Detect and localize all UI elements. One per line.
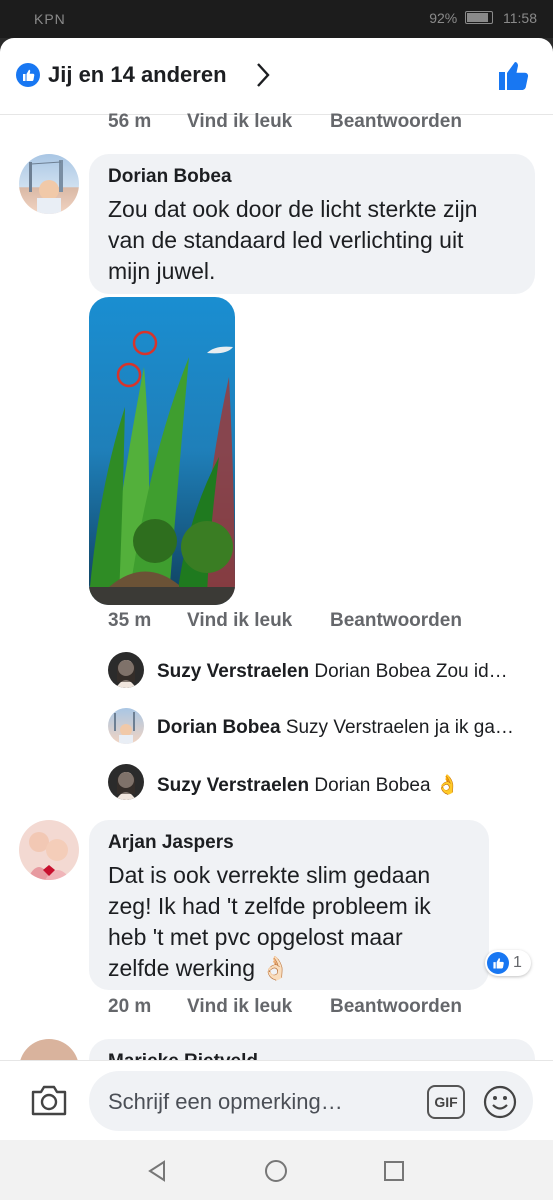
reply-text: Dorian Bobea Suzy Verstraelen ja ik ga… <box>157 717 514 739</box>
reply-author[interactable]: Suzy Verstraelen <box>157 661 309 682</box>
comment-line: heb 't met pvc opgelost maar <box>108 924 403 950</box>
comment-time: 35 m <box>108 610 152 631</box>
comment-line: Zou dat ook door de licht sterkte zijn <box>108 196 478 222</box>
back-icon[interactable] <box>146 1159 170 1183</box>
system-nav-bar <box>0 1140 553 1200</box>
carrier-label: KPN <box>34 11 66 27</box>
like-reaction-icon <box>487 952 509 974</box>
reaction-number: 1 <box>513 954 522 971</box>
home-icon[interactable] <box>264 1159 288 1183</box>
avatar[interactable] <box>108 764 144 800</box>
comment-author[interactable]: Marieke Rietveld <box>108 1051 258 1060</box>
reply-author[interactable]: Suzy Verstraelen <box>157 775 309 796</box>
battery-percent: 92% <box>429 10 458 26</box>
reply-preview[interactable]: Suzy Verstraelen Dorian Bobea Zou id… <box>108 652 528 690</box>
reply-preview[interactable]: Dorian Bobea Suzy Verstraelen ja ik ga… <box>108 708 528 746</box>
comment-time: 56 m <box>108 111 152 132</box>
reply-snippet: Dorian Bobea 👌 <box>314 775 460 796</box>
reply-snippet: Suzy Verstraelen ja ik ga… <box>285 717 514 738</box>
comment-author[interactable]: Dorian Bobea <box>108 166 232 188</box>
emoji-icon[interactable] <box>483 1085 517 1119</box>
likes-summary[interactable]: Jij en 14 anderen <box>48 62 227 88</box>
comment-line: mijn juwel. <box>108 258 216 284</box>
battery-icon <box>465 11 494 24</box>
comments-header: Jij en 14 anderen <box>0 38 553 115</box>
status-bar: KPN 92% 11:58 <box>0 0 553 38</box>
camera-icon[interactable] <box>30 1083 68 1117</box>
avatar[interactable] <box>108 652 144 688</box>
clock: 11:58 <box>503 10 537 26</box>
comment-input-placeholder: Schrijf een opmerking… <box>108 1089 343 1114</box>
reply-preview[interactable]: Suzy Verstraelen Dorian Bobea 👌 <box>108 764 528 802</box>
comment-bubble: Marieke Rietveld <box>89 1039 535 1060</box>
comment-text: Zou dat ook door de licht sterkte zijn v… <box>108 194 477 287</box>
comment-line: van de standaard led verlichting uit <box>108 227 464 253</box>
avatar[interactable] <box>19 154 79 214</box>
comments-sheet: Jij en 14 anderen 56 m Vind ik leuk Bean… <box>0 38 553 1060</box>
comment-author[interactable]: Arjan Jaspers <box>108 832 234 854</box>
comment-line: zelfde werking 👌🏻 <box>108 955 291 981</box>
like-comment-button[interactable]: Vind ik leuk <box>187 111 292 133</box>
avatar[interactable] <box>19 1039 79 1060</box>
like-comment-button[interactable]: Vind ik leuk <box>187 996 292 1018</box>
like-comment-button[interactable]: Vind ik leuk <box>187 610 292 632</box>
chevron-right-icon[interactable] <box>255 60 271 90</box>
comment-bubble: Arjan Jaspers Dat is ook verrekte slim g… <box>89 820 489 990</box>
avatar[interactable] <box>19 820 79 880</box>
comment-input[interactable]: Schrijf een opmerking… GIF <box>89 1071 533 1131</box>
comment-composer: Schrijf een opmerking… GIF <box>0 1060 553 1141</box>
comment-time: 20 m <box>108 996 152 1017</box>
comment-line: Dat is ook verrekte slim gedaan <box>108 862 431 888</box>
comment-photo[interactable] <box>89 297 235 605</box>
reply-text: Suzy Verstraelen Dorian Bobea 👌 <box>157 773 460 797</box>
avatar-photo <box>114 712 135 744</box>
avatar-photo <box>29 160 63 214</box>
avatar-photo <box>116 772 136 800</box>
thumbs-up-icon[interactable] <box>497 58 531 92</box>
aquarium-image <box>89 297 235 605</box>
reaction-count[interactable]: 1 <box>485 950 531 976</box>
comment-bubble: Dorian Bobea Zou dat ook door de licht s… <box>89 154 535 294</box>
avatar[interactable] <box>108 708 144 744</box>
recents-icon[interactable] <box>383 1160 405 1182</box>
avatar-photo <box>116 660 136 688</box>
reply-snippet: Dorian Bobea Zou id… <box>314 661 508 682</box>
reply-comment-button[interactable]: Beantwoorden <box>330 111 462 133</box>
reply-comment-button[interactable]: Beantwoorden <box>330 996 462 1018</box>
reply-comment-button[interactable]: Beantwoorden <box>330 610 462 632</box>
reply-text: Suzy Verstraelen Dorian Bobea Zou id… <box>157 661 508 683</box>
gif-button[interactable]: GIF <box>427 1085 465 1119</box>
avatar-photo <box>27 832 71 880</box>
reply-author[interactable]: Dorian Bobea <box>157 717 281 738</box>
like-reaction-icon <box>16 63 40 87</box>
status-right: 92% 11:58 <box>429 10 537 26</box>
comment-text: Dat is ook verrekte slim gedaan zeg! Ik … <box>108 860 431 984</box>
comment-line: zeg! Ik had 't zelfde probleem ik <box>108 893 431 919</box>
